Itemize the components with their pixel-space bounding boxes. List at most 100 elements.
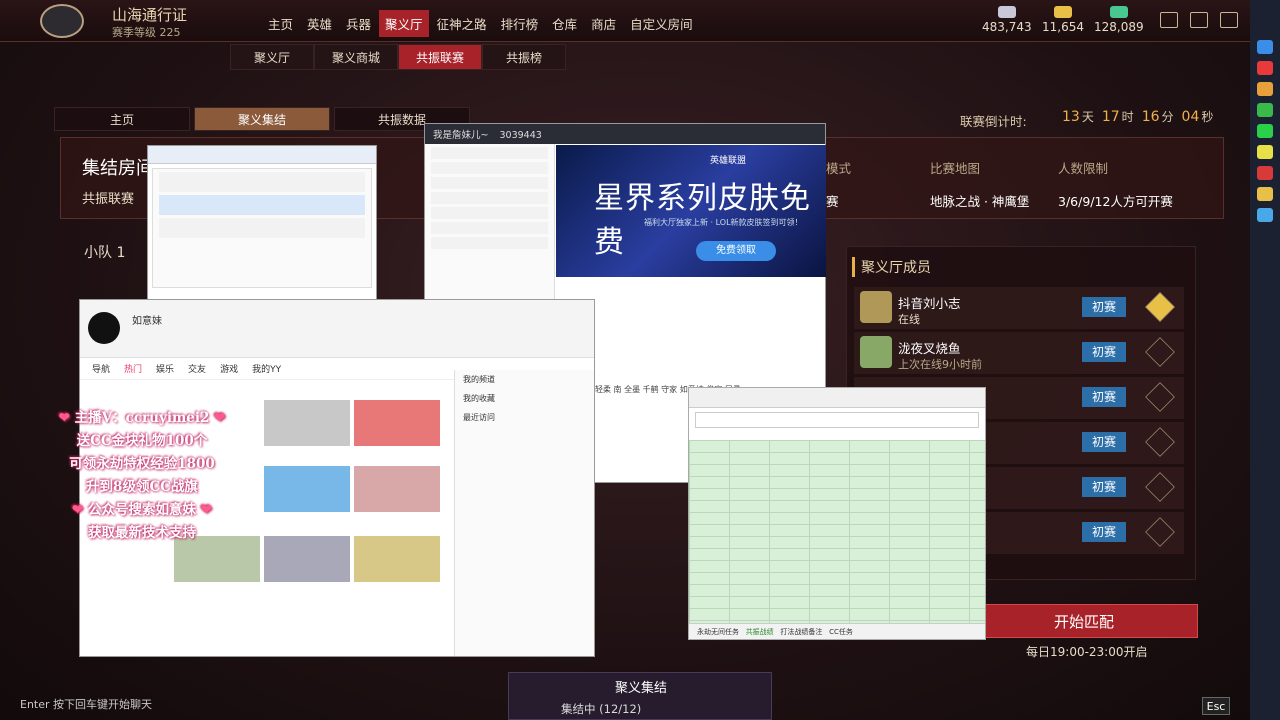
cc-tab-hot[interactable]: 热门: [124, 362, 142, 375]
recent-visits[interactable]: 最近访问: [455, 408, 594, 427]
mode-value: 赛: [826, 194, 839, 209]
nav-rankings[interactable]: 排行榜: [495, 10, 545, 37]
wechat-icon[interactable]: [1257, 124, 1273, 138]
cell-grid[interactable]: [689, 440, 985, 624]
device-list[interactable]: [152, 168, 372, 288]
currency-silver[interactable]: 483,743: [982, 6, 1032, 34]
stream-thumbnail[interactable]: [264, 466, 350, 512]
map-label: 比赛地图: [930, 161, 981, 176]
flag-icon[interactable]: [1145, 337, 1175, 367]
limit-label: 人数限制: [1058, 161, 1109, 176]
settings-icon[interactable]: [1220, 12, 1238, 28]
sheet-tab[interactable]: 共振战绩: [746, 628, 774, 636]
cc-tab-game[interactable]: 游戏: [220, 362, 238, 375]
tab-home[interactable]: 主页: [54, 107, 190, 131]
formula-bar[interactable]: [695, 412, 979, 428]
flag-icon[interactable]: [1145, 517, 1175, 547]
countdown-label: 联赛倒计时:: [960, 114, 1027, 129]
flag-icon[interactable]: [1145, 427, 1175, 457]
currency-gold[interactable]: 11,654: [1042, 6, 1084, 34]
chat-icon[interactable]: [1190, 12, 1208, 28]
app-icon[interactable]: [1257, 82, 1273, 96]
nav-home[interactable]: 主页: [262, 10, 299, 37]
list-item[interactable]: [159, 172, 365, 192]
stream-thumbnail[interactable]: [354, 536, 440, 582]
member-name: 泷夜叉烧鱼: [898, 341, 961, 356]
mode-info: 模式 赛: [826, 158, 851, 210]
avatar[interactable]: [88, 312, 120, 344]
start-match-button[interactable]: 开始匹配: [970, 604, 1198, 638]
pass-title[interactable]: 山海通行证: [112, 4, 187, 25]
subnav-resonance-rank[interactable]: 共振榜: [482, 44, 566, 70]
stream-thumbnail[interactable]: [264, 400, 350, 446]
window-titlebar[interactable]: [148, 146, 376, 164]
nav-heroes[interactable]: 英雄: [301, 10, 338, 37]
cc-tab-ent[interactable]: 娱乐: [156, 362, 174, 375]
member-row[interactable]: 泷夜叉烧鱼 上次在线9小时前 初赛: [854, 332, 1184, 374]
app-icon[interactable]: [1257, 103, 1273, 117]
stream-thumbnail[interactable]: [264, 536, 350, 582]
app-icon[interactable]: [1257, 40, 1273, 54]
sheet-tab[interactable]: 打法战绩备注: [780, 628, 822, 636]
subnav-resonance-league[interactable]: 共振联赛: [398, 44, 482, 70]
currency-jade[interactable]: 128,089: [1094, 6, 1144, 34]
flag-icon[interactable]: [1145, 382, 1175, 412]
stream-thumbnail[interactable]: [354, 466, 440, 512]
list-item[interactable]: [431, 147, 548, 159]
flag-icon[interactable]: [1145, 292, 1175, 322]
flag-icon[interactable]: [1145, 472, 1175, 502]
claim-free-button[interactable]: 免费领取: [696, 241, 776, 261]
nav-storage[interactable]: 仓库: [546, 10, 583, 37]
news-icon[interactable]: [1160, 12, 1178, 28]
list-item[interactable]: [159, 195, 365, 215]
currency-jade-value: 128,089: [1094, 20, 1144, 34]
game-logo-icon[interactable]: [40, 4, 84, 38]
list-item[interactable]: [431, 177, 548, 189]
nav-custom-room[interactable]: 自定义房间: [624, 10, 699, 37]
list-item[interactable]: [431, 207, 548, 219]
cc-tab-myyy[interactable]: 我的YY: [252, 362, 281, 375]
list-item[interactable]: [431, 162, 548, 174]
minutes-unit: 分: [1161, 110, 1174, 124]
window-titlebar[interactable]: [689, 388, 985, 408]
list-item[interactable]: [159, 218, 365, 238]
nav-weapons[interactable]: 兵器: [340, 10, 377, 37]
app-icon[interactable]: [1257, 187, 1273, 201]
nav-guild-hall[interactable]: 聚义厅: [379, 10, 429, 37]
map-info: 比赛地图 地脉之战 · 神鹰堡: [930, 158, 1029, 210]
sound-settings-window[interactable]: [147, 145, 377, 301]
stream-thumbnail[interactable]: [354, 400, 440, 446]
nav-shop[interactable]: 商店: [585, 10, 622, 37]
my-channels[interactable]: 我的频道: [455, 370, 594, 389]
room-subtitle: 共振联赛: [82, 192, 135, 207]
hours-unit: 时: [1121, 110, 1134, 124]
my-favorites[interactable]: 我的收藏: [455, 389, 594, 408]
member-status: 上次在线9小时前: [898, 358, 982, 371]
promo-line: 公众号搜索如意妹: [88, 502, 196, 518]
app-icon[interactable]: [1257, 166, 1273, 180]
sub-nav: 聚义厅 聚义商城 共振联赛 共振榜: [230, 44, 566, 70]
spreadsheet-window[interactable]: 永劫无间任务 共振战绩 打法战绩备注 CC任务: [688, 387, 986, 640]
app-icon[interactable]: [1257, 61, 1273, 75]
window-titlebar[interactable]: 我是詹妹儿~ 3039443: [425, 124, 825, 144]
cc-tab-social[interactable]: 交友: [188, 362, 206, 375]
sheet-tab[interactable]: CC任务: [829, 628, 853, 636]
list-item[interactable]: [431, 237, 548, 249]
countdown-minutes: 16: [1141, 109, 1160, 125]
subnav-guild-hall[interactable]: 聚义厅: [230, 44, 314, 70]
app-icon[interactable]: [1257, 208, 1273, 222]
esc-key[interactable]: Esc: [1202, 697, 1230, 715]
cc-tab-nav[interactable]: 导航: [92, 362, 110, 375]
countdown-seconds: 04: [1181, 109, 1200, 125]
member-row[interactable]: 抖音刘小志 在线 初赛: [854, 287, 1184, 329]
app-icon[interactable]: [1257, 145, 1273, 159]
member-sidebar: [425, 144, 555, 300]
sheet-tab[interactable]: 永劫无间任务: [697, 628, 739, 636]
cc-header: 如意妹: [80, 300, 594, 358]
list-item[interactable]: [431, 192, 548, 204]
list-item[interactable]: [431, 222, 548, 234]
tab-gather[interactable]: 聚义集结: [194, 107, 330, 131]
subnav-guild-shop[interactable]: 聚义商城: [314, 44, 398, 70]
lol-skin-banner[interactable]: 英雄联盟 星界系列皮肤免费 福利大厅独家上新 · LOL新款皮肤签到可领！ 免费…: [556, 145, 826, 277]
nav-path[interactable]: 征神之路: [431, 10, 493, 37]
